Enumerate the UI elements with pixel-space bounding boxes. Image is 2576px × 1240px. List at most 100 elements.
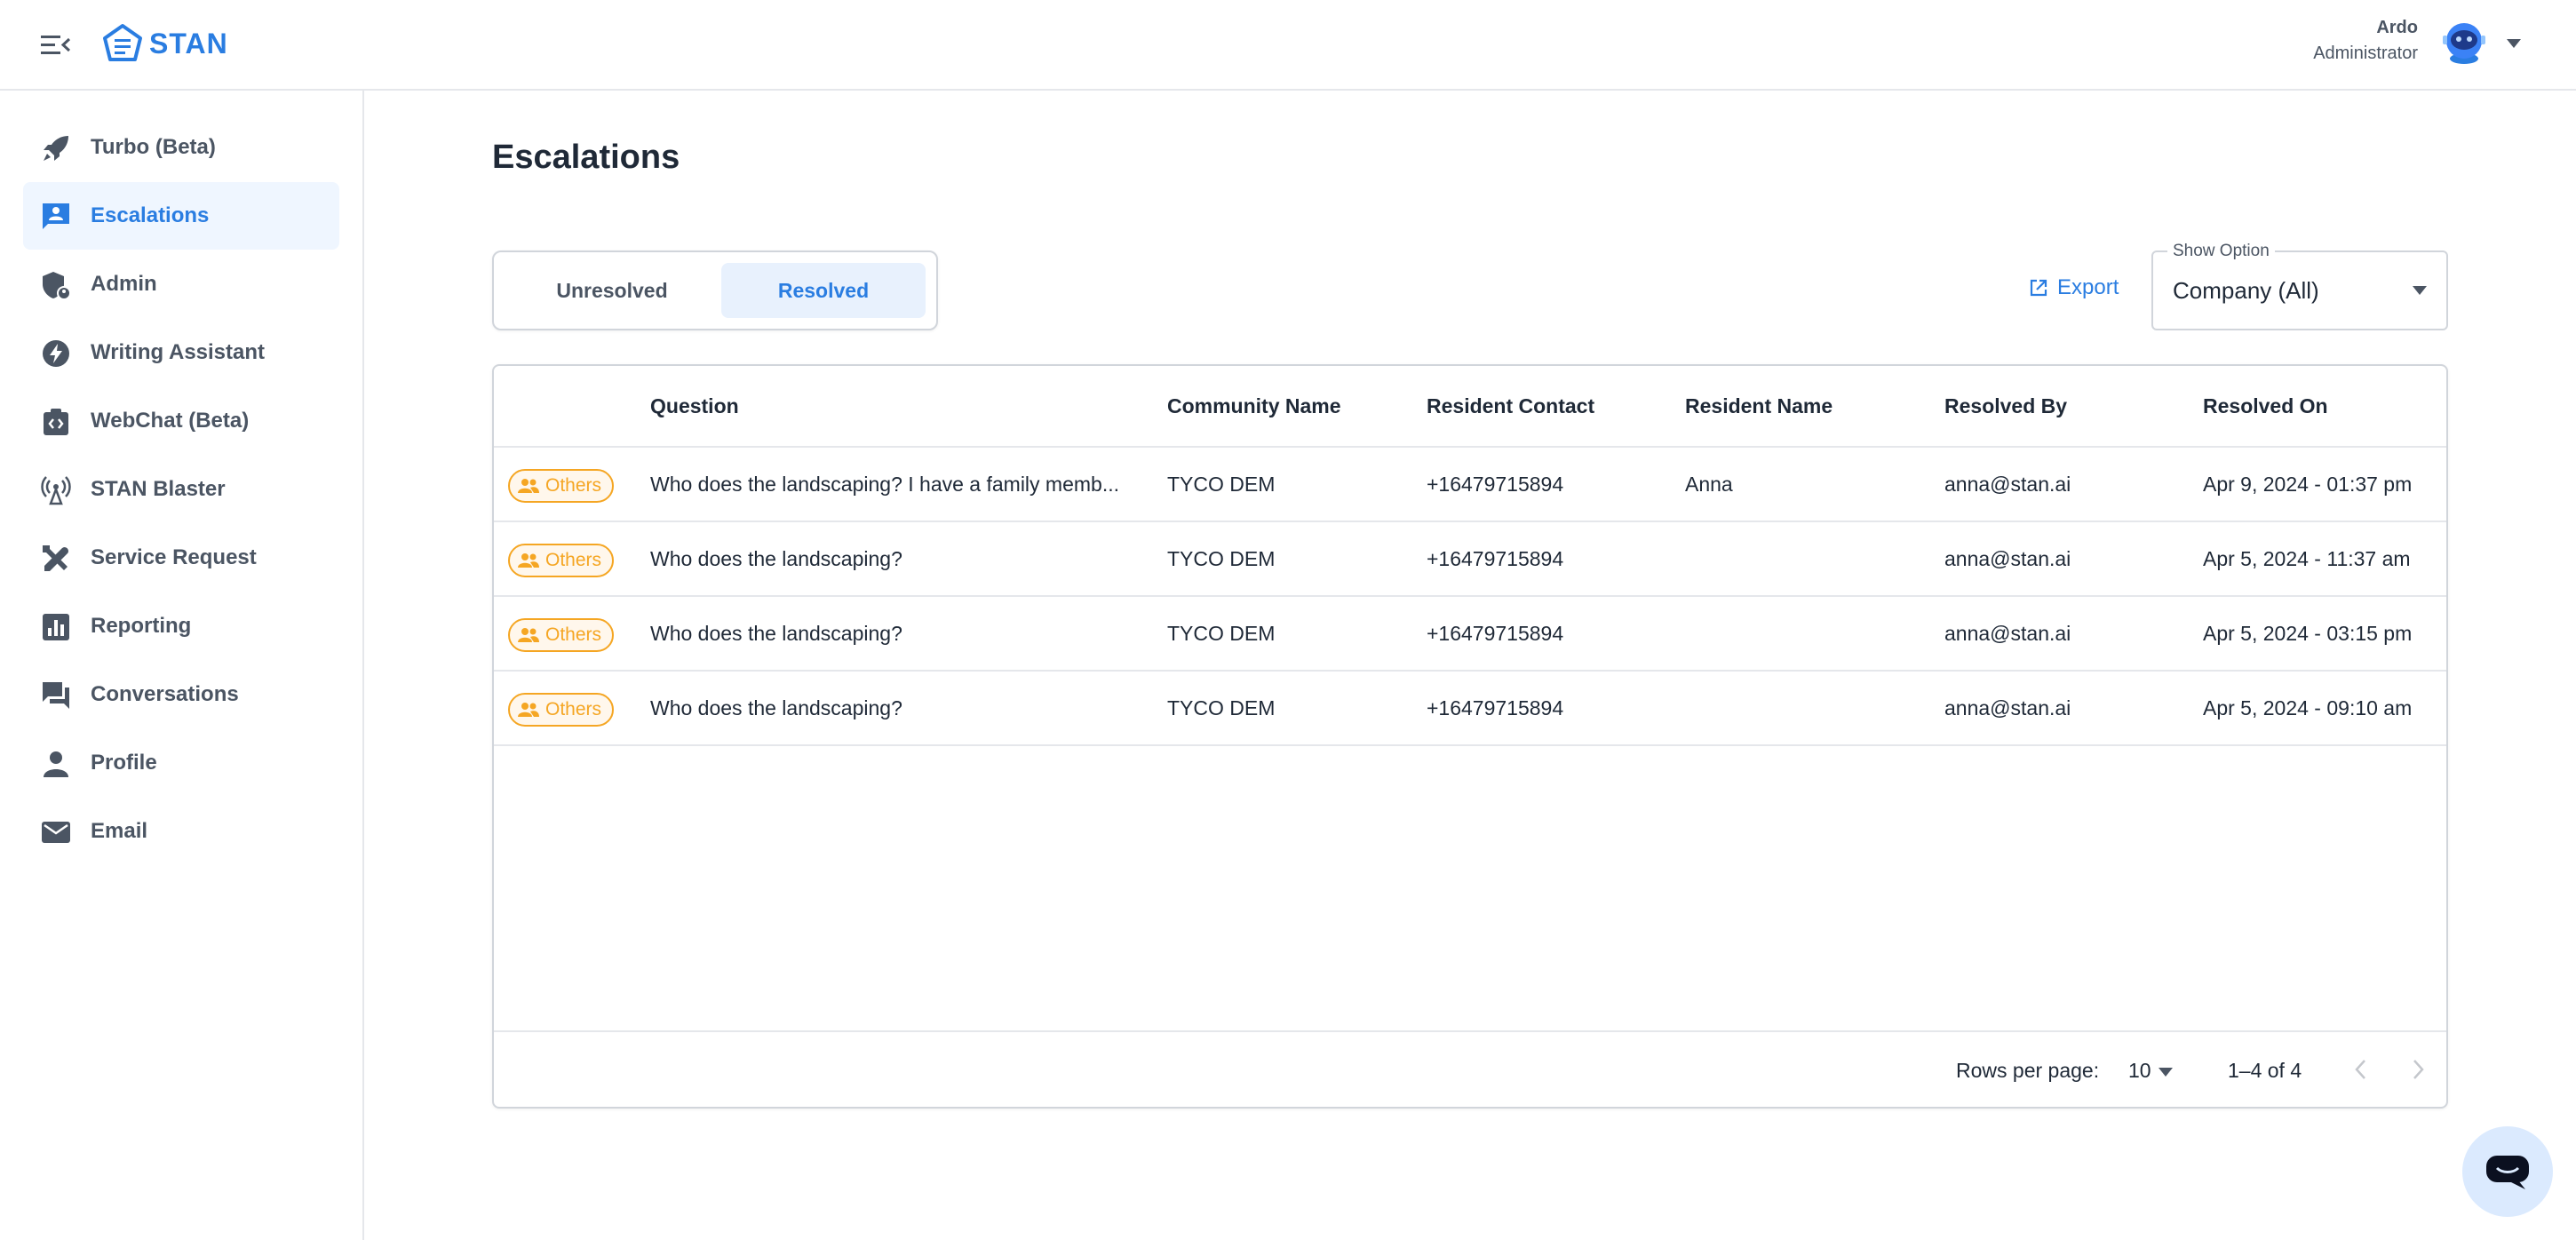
sidebar-item-webchat[interactable]: WebChat (Beta) (23, 387, 339, 455)
rows-per-page-label: Rows per page: (1956, 1059, 2100, 1082)
column-header-resident-name[interactable]: Resident Name (1685, 394, 1833, 418)
rows-per-page-select[interactable]: 10 (2128, 1059, 2151, 1083)
user-info[interactable]: Ardo Administrator (2313, 18, 2418, 64)
cell-resolved-by: anna@stan.ai (1944, 547, 2071, 570)
chevron-right-icon[interactable] (2407, 1057, 2429, 1082)
column-header-resident-contact[interactable]: Resident Contact (1427, 394, 1594, 418)
show-option-value: Company (All) (2173, 277, 2319, 304)
cell-community: TYCO DEM (1167, 547, 1276, 570)
badge-label: Others (545, 475, 602, 496)
category-badge: Others (508, 469, 615, 503)
sidebar-item-label: Profile (91, 751, 157, 775)
escalations-table: Question Community Name Resident Contact… (492, 364, 2448, 1109)
avatar[interactable] (2437, 18, 2491, 68)
sidebar-item-service-request[interactable]: Service Request (23, 524, 339, 592)
group-icon (518, 479, 539, 493)
top-bar: STAN Ardo Administrator (0, 0, 2576, 91)
sidebar-item-stan-blaster[interactable]: STAN Blaster (23, 456, 339, 523)
pagination-range: 1–4 of 4 (2228, 1059, 2302, 1082)
show-option-select[interactable]: Show Option Company (All) (2151, 242, 2448, 330)
status-tabs: Unresolved Resolved (492, 250, 938, 330)
sidebar-item-profile[interactable]: Profile (23, 729, 339, 797)
logo[interactable]: STAN (101, 23, 228, 64)
show-option-legend: Show Option (2167, 242, 2275, 261)
chevron-down-icon (2413, 286, 2427, 295)
sidebar-item-turbo[interactable]: Turbo (Beta) (23, 114, 339, 181)
export-button[interactable]: Export (2029, 275, 2119, 300)
cell-resolved-on: Apr 9, 2024 - 01:37 pm (2203, 473, 2413, 496)
cell-resolved-by: anna@stan.ai (1944, 622, 2071, 645)
chat-icon (2486, 1156, 2529, 1189)
sidebar-item-label: Service Request (91, 545, 257, 569)
badge-label: Others (545, 550, 602, 570)
cell-contact: +16479715894 (1427, 622, 1564, 645)
column-header-community-name[interactable]: Community Name (1167, 394, 1341, 418)
chat-bubbles-icon (43, 682, 69, 709)
column-header-resolved-on[interactable]: Resolved On (2203, 394, 2328, 418)
sidebar-item-email[interactable]: Email (23, 798, 339, 865)
tab-unresolved[interactable]: Unresolved (510, 263, 714, 318)
cell-question: Who does the landscaping? (650, 622, 902, 645)
table-pagination: Rows per page: 10 1–4 of 4 (494, 1030, 2446, 1107)
menu-collapse-icon[interactable] (41, 32, 71, 59)
cell-resolved-on: Apr 5, 2024 - 11:37 am (2203, 547, 2411, 570)
stan-logo-icon (103, 24, 142, 61)
table-row[interactable]: Others Who does the landscaping? I have … (494, 448, 2446, 522)
table-row[interactable]: Others Who does the landscaping? TYCO DE… (494, 672, 2446, 746)
page-title: Escalations (492, 139, 680, 176)
cell-question: Who does the landscaping? I have a famil… (650, 473, 1120, 496)
cell-resolved-on: Apr 5, 2024 - 03:15 pm (2203, 622, 2413, 645)
rocket-icon (44, 136, 68, 161)
table-row[interactable]: Others Who does the landscaping? TYCO DE… (494, 522, 2446, 597)
sidebar-item-writing-assistant[interactable]: Writing Assistant (23, 319, 339, 386)
logo-text: STAN (149, 27, 228, 60)
category-badge: Others (508, 693, 615, 727)
chevron-down-icon[interactable] (2507, 39, 2521, 48)
category-badge: Others (508, 618, 615, 652)
sidebar-item-label: Escalations (91, 203, 210, 227)
sidebar-item-reporting[interactable]: Reporting (23, 592, 339, 660)
group-icon (518, 703, 539, 717)
chat-launcher-button[interactable] (2462, 1126, 2553, 1217)
chevron-down-icon[interactable] (2159, 1068, 2173, 1077)
sidebar-item-admin[interactable]: Admin (23, 250, 339, 318)
sidebar-item-escalations[interactable]: Escalations (23, 182, 339, 250)
person-icon (44, 751, 68, 777)
table-header: Question Community Name Resident Contact… (494, 366, 2446, 448)
sidebar-item-label: Writing Assistant (91, 340, 266, 364)
sidebar-item-label: Reporting (91, 614, 192, 638)
group-icon (518, 553, 539, 568)
sidebar-item-label: WebChat (Beta) (91, 409, 250, 433)
cell-contact: +16479715894 (1427, 696, 1564, 719)
tab-resolved[interactable]: Resolved (721, 263, 926, 318)
badge-label: Others (545, 624, 602, 645)
cell-resolved-on: Apr 5, 2024 - 09:10 am (2203, 696, 2413, 719)
group-icon (518, 628, 539, 642)
sidebar-item-label: Conversations (91, 682, 239, 706)
sidebar: Turbo (Beta) Escalations Admin Writing A… (0, 91, 364, 1240)
column-header-question[interactable]: Question (650, 394, 739, 418)
cell-resolved-by: anna@stan.ai (1944, 696, 2071, 719)
mail-icon (42, 822, 70, 843)
sidebar-item-conversations[interactable]: Conversations (23, 661, 339, 728)
sidebar-item-label: Email (91, 819, 148, 843)
cell-question: Who does the landscaping? (650, 696, 902, 719)
open-external-icon (2030, 279, 2047, 297)
chevron-left-icon[interactable] (2350, 1057, 2372, 1082)
user-name: Ardo (2376, 18, 2418, 37)
escalation-icon (43, 203, 69, 229)
sidebar-item-label: Turbo (Beta) (91, 135, 216, 159)
sidebar-item-label: STAN Blaster (91, 477, 226, 501)
export-label: Export (2057, 275, 2119, 299)
cell-community: TYCO DEM (1167, 696, 1276, 719)
cell-community: TYCO DEM (1167, 622, 1276, 645)
admin-shield-icon (43, 272, 71, 300)
table-row[interactable]: Others Who does the landscaping? TYCO DE… (494, 597, 2446, 672)
sidebar-item-label: Admin (91, 272, 157, 296)
webchat-icon (44, 409, 68, 435)
column-header-resolved-by[interactable]: Resolved By (1944, 394, 2067, 418)
category-badge: Others (508, 544, 615, 577)
cell-contact: +16479715894 (1427, 473, 1564, 496)
broadcast-icon (41, 476, 71, 505)
tools-icon (43, 545, 68, 571)
